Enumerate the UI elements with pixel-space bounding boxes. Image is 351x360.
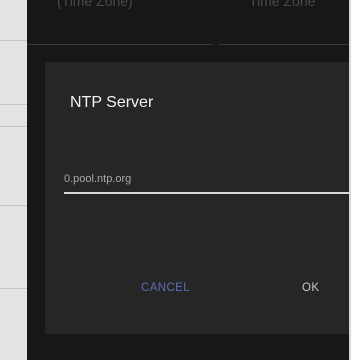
ntp-server-input[interactable] <box>64 168 351 194</box>
cancel-button[interactable]: CANCEL <box>129 272 202 304</box>
setting-label: Time Zone <box>249 0 316 9</box>
left-frame <box>0 0 27 360</box>
setting-underline <box>27 44 212 45</box>
ntp-server-dialog: NTP Server CANCEL OK <box>45 62 351 334</box>
screen: (Time Zone) Time Zone NTP Server CANCEL … <box>0 0 351 360</box>
setting-underline <box>219 44 349 45</box>
divider <box>0 205 27 206</box>
divider <box>0 126 27 127</box>
divider <box>0 104 27 105</box>
setting-label: (Time Zone) <box>57 0 133 9</box>
divider <box>0 288 27 289</box>
divider <box>0 40 27 41</box>
ok-button[interactable]: OK <box>290 272 331 304</box>
dialog-title: NTP Server <box>70 94 154 111</box>
timezone-setting-row: (Time Zone) Time Zone <box>27 0 349 48</box>
